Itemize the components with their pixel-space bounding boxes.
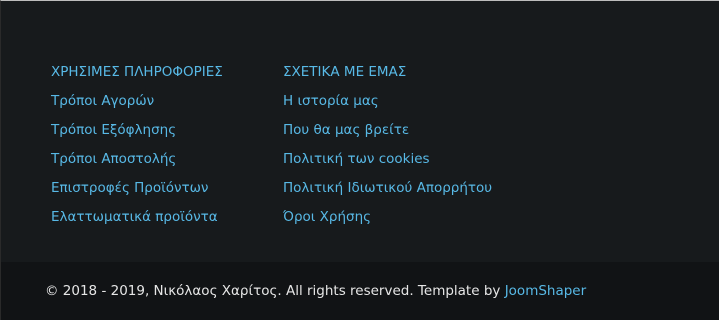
link-terms-of-use[interactable]: Όροι Χρήσης	[283, 203, 492, 232]
copyright-text: © 2018 - 2019, Νικόλαος Χαρίτος. All rig…	[45, 283, 505, 299]
link-purchase-methods[interactable]: Τρόποι Αγορών	[51, 87, 223, 116]
template-author-link[interactable]: JoomShaper	[505, 283, 586, 299]
site-footer: ΧΡΗΣΙΜΕΣ ΠΛΗΡΟΦΟΡΙΕΣ Τρόποι Αγορών Τρόπο…	[0, 0, 719, 320]
useful-info-heading: ΧΡΗΣΙΜΕΣ ΠΛΗΡΟΦΟΡΙΕΣ	[51, 64, 223, 80]
link-privacy-policy[interactable]: Πολιτική Ιδιωτικού Απορρήτου	[283, 174, 492, 203]
link-defective-products[interactable]: Ελαττωματικά προϊόντα	[51, 203, 223, 232]
useful-info-column: ΧΡΗΣΙΜΕΣ ΠΛΗΡΟΦΟΡΙΕΣ Τρόποι Αγορών Τρόπο…	[51, 58, 223, 232]
link-cookie-policy[interactable]: Πολιτική των cookies	[283, 145, 492, 174]
about-us-column: ΣΧΕΤΙΚΑ ΜΕ ΕΜΑΣ Η ιστορία μας Που θα μας…	[283, 58, 492, 232]
link-payment-methods[interactable]: Τρόποι Εξόφλησης	[51, 116, 223, 145]
footer-links-area: ΧΡΗΣΙΜΕΣ ΠΛΗΡΟΦΟΡΙΕΣ Τρόποι Αγορών Τρόπο…	[1, 1, 719, 262]
link-product-returns[interactable]: Επιστροφές Προϊόντων	[51, 174, 223, 203]
about-us-heading: ΣΧΕΤΙΚΑ ΜΕ ΕΜΑΣ	[283, 64, 407, 80]
link-find-us[interactable]: Που θα μας βρείτε	[283, 116, 492, 145]
copyright-notice: © 2018 - 2019, Νικόλαος Χαρίτος. All rig…	[45, 282, 586, 300]
link-shipping-methods[interactable]: Τρόποι Αποστολής	[51, 145, 223, 174]
link-our-story[interactable]: Η ιστορία μας	[283, 87, 492, 116]
